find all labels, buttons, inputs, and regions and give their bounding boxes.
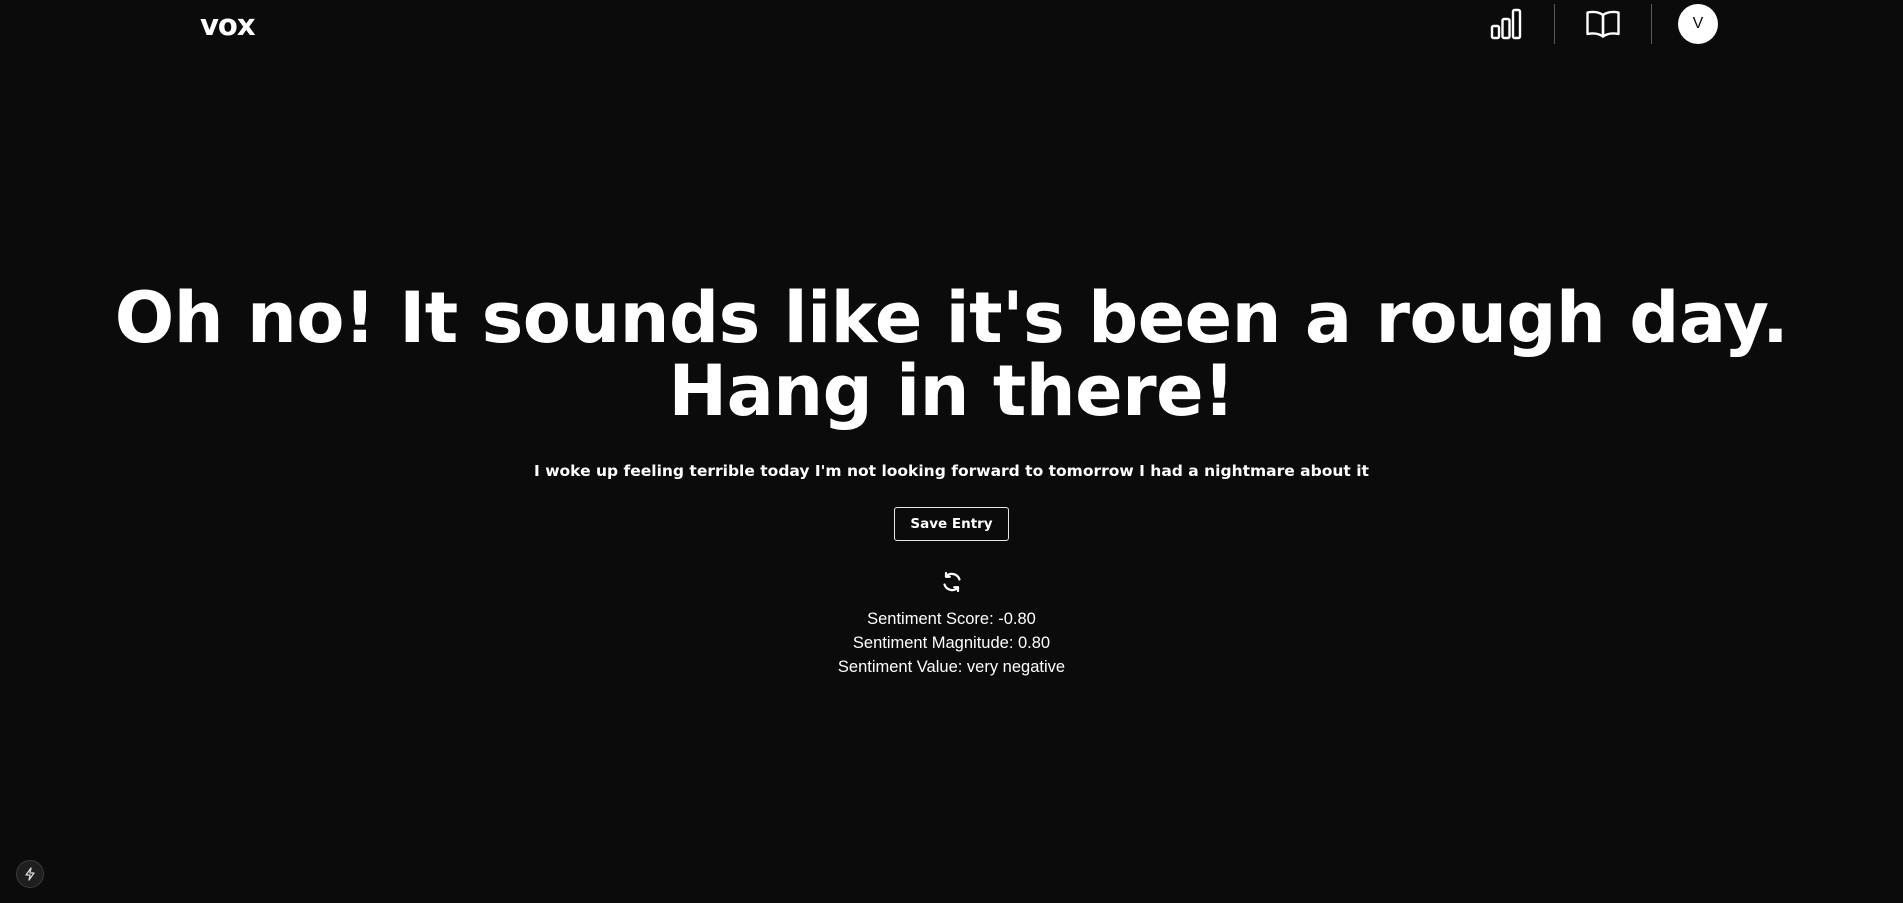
stats-button[interactable] — [1484, 2, 1528, 46]
refresh-spinner-icon — [940, 570, 964, 594]
response-headline: Oh no! It sounds like it's been a rough … — [114, 277, 1789, 432]
sentiment-magnitude: Sentiment Magnitude: 0.80 — [852, 634, 1051, 652]
main-content: Oh no! It sounds like it's been a rough … — [0, 282, 1903, 679]
nav-divider — [1554, 4, 1555, 44]
avatar[interactable]: V — [1678, 4, 1718, 44]
open-book-icon — [1586, 10, 1620, 38]
transcript-text: I woke up feeling terrible today I'm not… — [534, 462, 1369, 480]
dev-tools-button[interactable] — [16, 860, 44, 888]
sentiment-stats: Sentiment Score: -0.80 Sentiment Magnitu… — [0, 607, 1903, 679]
bar-chart-icon — [1490, 8, 1522, 40]
nav-divider — [1651, 4, 1652, 44]
sentiment-value: Sentiment Value: very negative — [837, 658, 1066, 676]
journal-button[interactable] — [1581, 2, 1625, 46]
lightning-bolt-icon — [25, 867, 35, 881]
page: vox V Oh no! It sounds like it's been a … — [0, 0, 1903, 903]
sentiment-score: Sentiment Score: -0.80 — [867, 610, 1036, 628]
save-entry-button[interactable]: Save Entry — [894, 507, 1009, 541]
top-nav: V — [1484, 0, 1718, 48]
vox-logo[interactable]: vox — [200, 8, 256, 42]
